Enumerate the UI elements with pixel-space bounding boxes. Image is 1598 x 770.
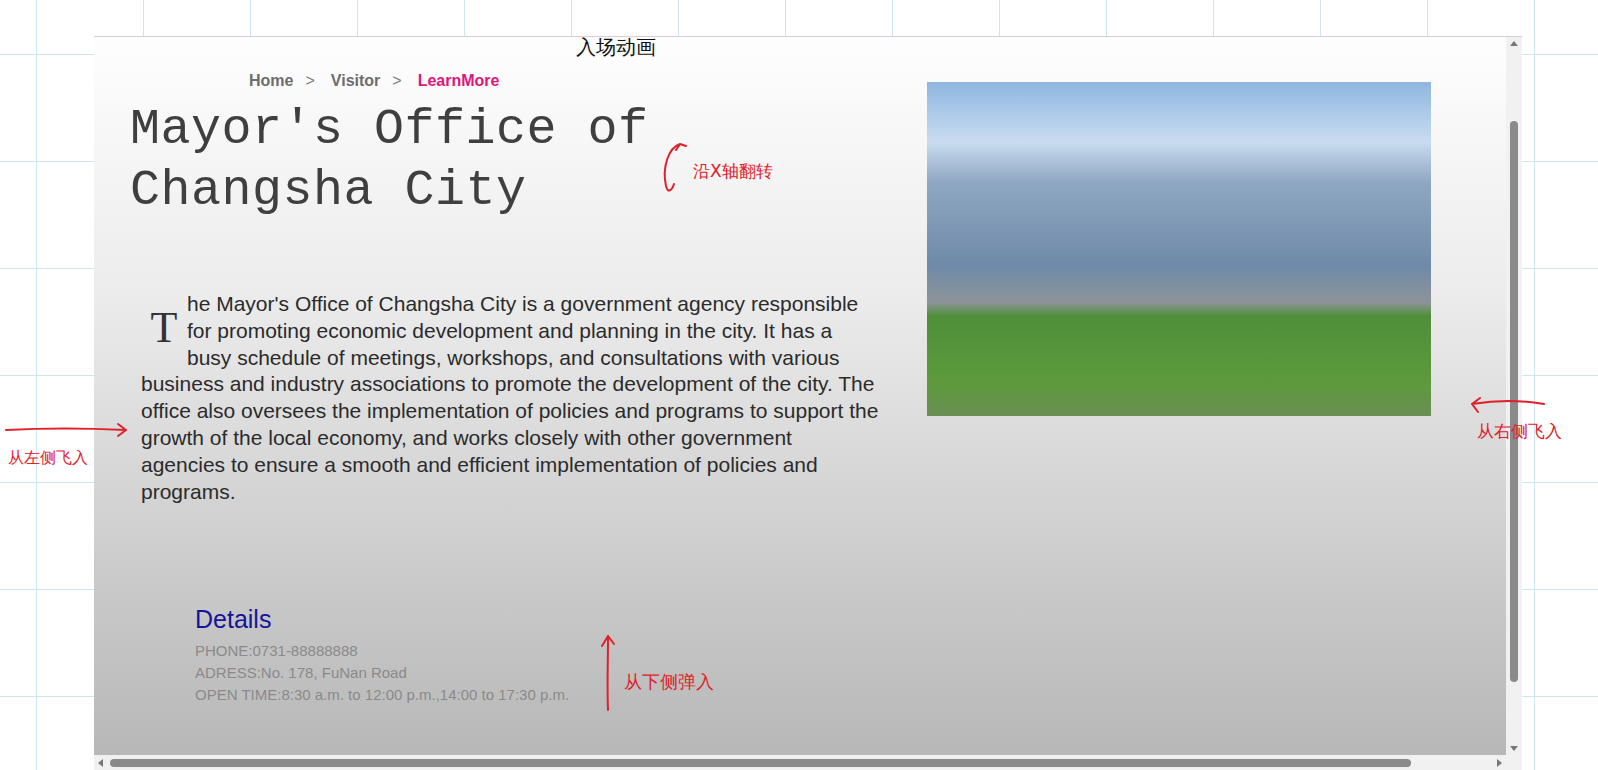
annotation: 从下侧弹入 [624,670,714,694]
description-text: he Mayor's Office of Changsha City is a … [141,292,878,503]
up-arrow-icon [598,632,618,712]
details-line: OPEN TIME:8:30 a.m. to 12:00 p.m.,14:00 … [195,684,914,706]
scroll-right-icon[interactable] [1497,759,1502,767]
breadcrumb-separator: > [305,72,314,90]
breadcrumb-item[interactable]: Visitor [331,72,381,90]
breadcrumb-separator: > [392,72,401,90]
details-line: PHONE:0731-88888888 [195,640,914,662]
breadcrumb: Home > Visitor > LearnMore [249,71,914,91]
details-heading: Details [195,605,914,634]
details-section: Details PHONE:0731-88888888ADRESS:No. 178… [195,605,914,706]
description: The Mayor's Office of Changsha City is a… [141,291,881,505]
annotation: 沿X轴翻转 [693,160,773,183]
image-column [914,37,1522,770]
scroll-left-icon[interactable] [98,759,103,767]
scroll-thumb[interactable] [110,759,1411,767]
annotation: 从左侧飞入 [8,448,88,469]
page-frame: Home > Visitor > LearnMore Mayor's Office of… [94,36,1522,770]
building-photo [927,82,1431,416]
vertical-scrollbar[interactable] [1506,37,1522,755]
breadcrumb-item[interactable]: LearnMore [418,72,500,90]
scroll-up-icon[interactable] [1510,41,1518,46]
horizontal-scrollbar[interactable] [94,755,1522,770]
flip-arrow-icon [660,140,694,196]
details-line: ADRESS:No. 178, FuNan Road [195,662,914,684]
content-column: Home > Visitor > LearnMore Mayor's Office of… [94,37,914,770]
annotation: 从右侧飞入 [1477,420,1562,443]
left-arrow-icon [1466,396,1546,420]
breadcrumb-item[interactable]: Home [249,72,293,90]
annotation: 入场动画 [576,34,656,61]
drop-cap: T [141,291,187,369]
scroll-down-icon[interactable] [1510,746,1518,751]
right-arrow-icon [4,420,130,440]
page-title: Mayor's Office of Changsha City [130,99,690,221]
